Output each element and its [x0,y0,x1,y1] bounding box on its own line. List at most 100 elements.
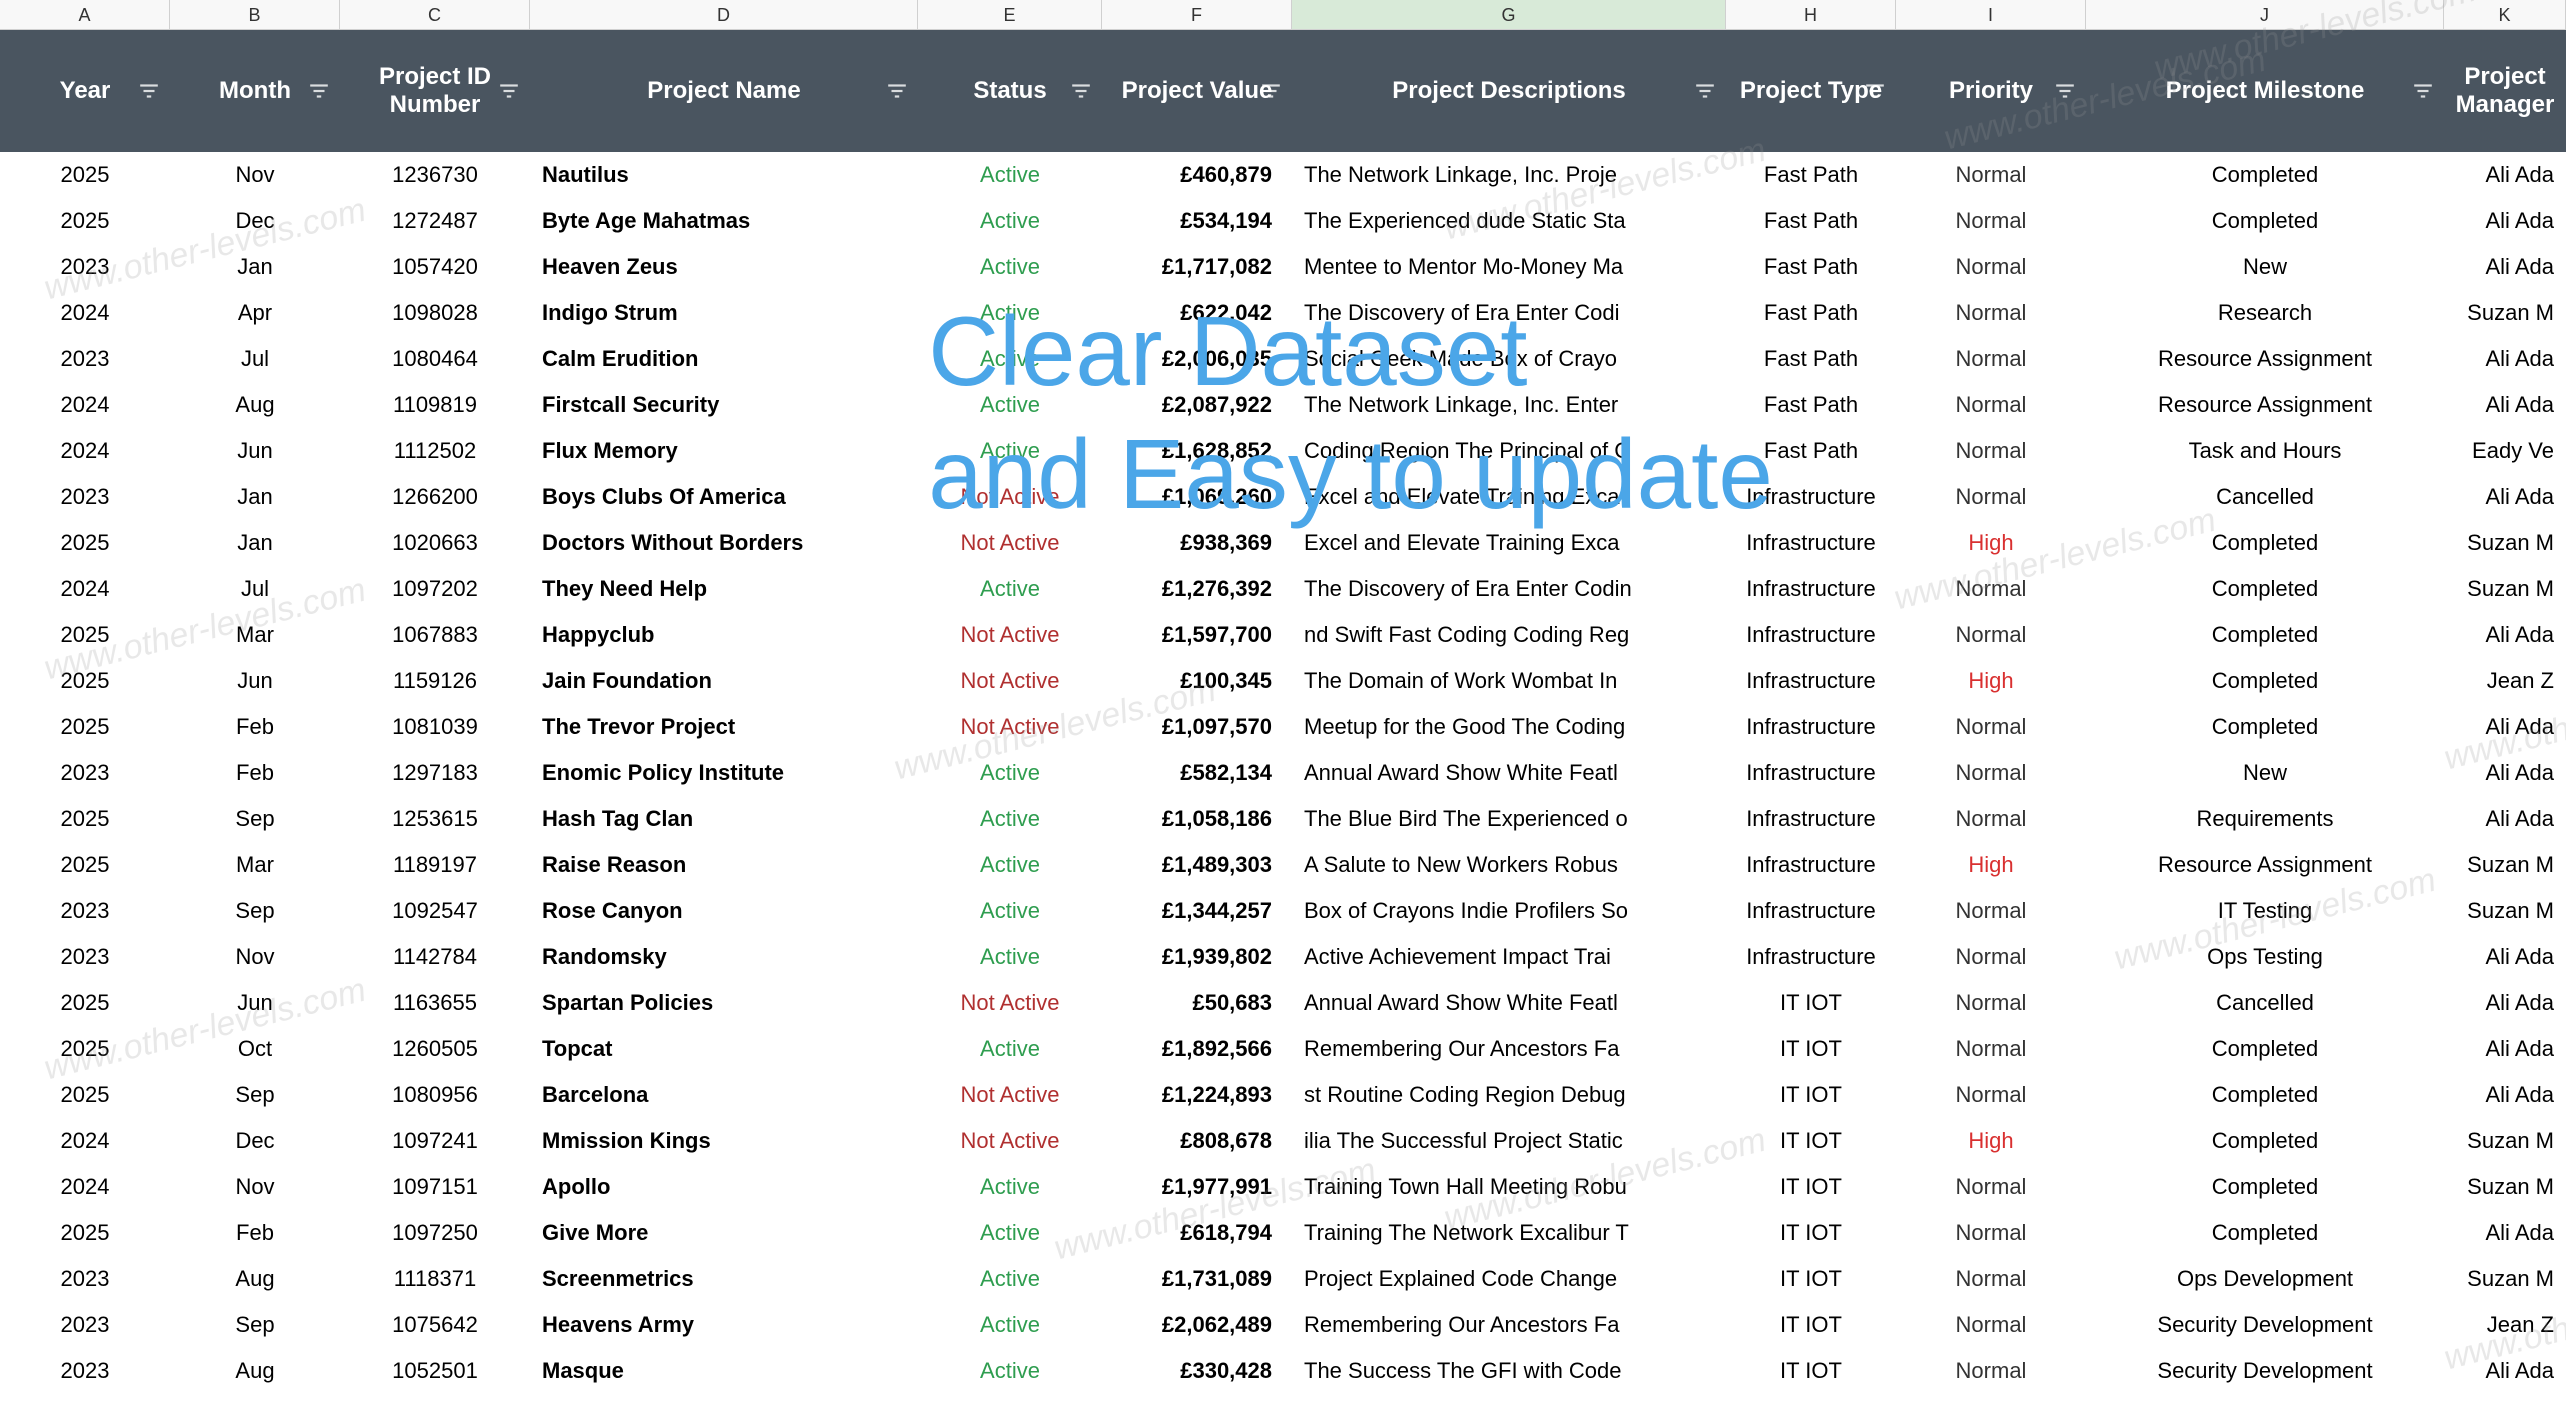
cell-status[interactable]: Active [918,944,1102,970]
cell-month[interactable]: Feb [170,1220,340,1246]
cell-month[interactable]: Oct [170,1036,340,1062]
cell-month[interactable]: Mar [170,622,340,648]
col-letter-K[interactable]: K [2444,0,2566,30]
cell-pid[interactable]: 1057420 [340,254,530,280]
cell-prio[interactable]: Normal [1896,1220,2086,1246]
table-row[interactable]: 2025Feb1097250Give MoreActive£618,794Tra… [0,1210,2566,1256]
filter-icon[interactable] [1070,80,1092,102]
cell-month[interactable]: Nov [170,162,340,188]
cell-desc[interactable]: The Success The GFI with Code [1292,1358,1726,1384]
cell-prio[interactable]: Normal [1896,1082,2086,1108]
table-row[interactable]: 2025Jun1163655Spartan PoliciesNot Active… [0,980,2566,1026]
cell-name[interactable]: Randomsky [530,944,918,970]
cell-pid[interactable]: 1189197 [340,852,530,878]
cell-mile[interactable]: Requirements [2086,806,2444,832]
cell-name[interactable]: Masque [530,1358,918,1384]
cell-mgr[interactable]: Suzan M [2444,576,2566,602]
cell-name[interactable]: Happyclub [530,622,918,648]
table-row[interactable]: 2023Feb1297183Enomic Policy InstituteAct… [0,750,2566,796]
cell-value[interactable]: £1,276,392 [1102,576,1292,602]
cell-value[interactable]: £1,977,991 [1102,1174,1292,1200]
cell-year[interactable]: 2023 [0,346,170,372]
cell-status[interactable]: Active [918,1266,1102,1292]
cell-month[interactable]: Jun [170,668,340,694]
table-row[interactable]: 2025Mar1189197Raise ReasonActive£1,489,3… [0,842,2566,888]
cell-name[interactable]: Rose Canyon [530,898,918,924]
cell-mile[interactable]: Completed [2086,622,2444,648]
cell-status[interactable]: Not Active [918,668,1102,694]
cell-name[interactable]: Screenmetrics [530,1266,918,1292]
cell-mgr[interactable]: Jean Z [2444,1312,2566,1338]
table-row[interactable]: 2024Jul1097202They Need HelpActive£1,276… [0,566,2566,612]
cell-mgr[interactable]: Eady Ve [2444,438,2566,464]
table-row[interactable]: 2023Sep1075642Heavens ArmyActive£2,062,4… [0,1302,2566,1348]
cell-desc[interactable]: Annual Award Show White Featl [1292,990,1726,1016]
cell-desc[interactable]: The Discovery of Era Enter Codin [1292,576,1726,602]
cell-type[interactable]: Fast Path [1726,392,1896,418]
cell-pid[interactable]: 1163655 [340,990,530,1016]
cell-status[interactable]: Not Active [918,1082,1102,1108]
cell-year[interactable]: 2023 [0,898,170,924]
cell-status[interactable]: Not Active [918,1128,1102,1154]
header-status[interactable]: Status [918,30,1102,152]
filter-icon[interactable] [498,80,520,102]
cell-desc[interactable]: The Network Linkage, Inc. Proje [1292,162,1726,188]
cell-year[interactable]: 2024 [0,438,170,464]
cell-status[interactable]: Active [918,254,1102,280]
cell-name[interactable]: Indigo Strum [530,300,918,326]
cell-type[interactable]: Infrastructure [1726,806,1896,832]
cell-mile[interactable]: Security Development [2086,1358,2444,1384]
cell-month[interactable]: Jul [170,346,340,372]
cell-year[interactable]: 2025 [0,1082,170,1108]
cell-year[interactable]: 2024 [0,576,170,602]
cell-prio[interactable]: Normal [1896,162,2086,188]
cell-pid[interactable]: 1080464 [340,346,530,372]
cell-prio[interactable]: Normal [1896,1036,2086,1062]
cell-prio[interactable]: Normal [1896,1266,2086,1292]
cell-type[interactable]: Fast Path [1726,162,1896,188]
cell-name[interactable]: Calm Erudition [530,346,918,372]
cell-mgr[interactable]: Suzan M [2444,530,2566,556]
header-month[interactable]: Month [170,30,340,152]
cell-desc[interactable]: Coding Region The Principal of C [1292,438,1726,464]
table-row[interactable]: 2025Dec1272487Byte Age MahatmasActive£53… [0,198,2566,244]
cell-pid[interactable]: 1075642 [340,1312,530,1338]
cell-desc[interactable]: Excel and Elevate Training Exca [1292,484,1726,510]
cell-pid[interactable]: 1236730 [340,162,530,188]
cell-prio[interactable]: Normal [1896,484,2086,510]
cell-desc[interactable]: Meetup for the Good The Coding [1292,714,1726,740]
cell-mile[interactable]: Security Development [2086,1312,2444,1338]
table-row[interactable]: 2025Mar1067883HappyclubNot Active£1,597,… [0,612,2566,658]
cell-year[interactable]: 2025 [0,530,170,556]
cell-status[interactable]: Not Active [918,714,1102,740]
table-row[interactable]: 2023Aug1118371ScreenmetricsActive£1,731,… [0,1256,2566,1302]
cell-month[interactable]: Nov [170,944,340,970]
cell-type[interactable]: IT IOT [1726,1174,1896,1200]
cell-type[interactable]: IT IOT [1726,990,1896,1016]
cell-mgr[interactable]: Suzan M [2444,300,2566,326]
table-row[interactable]: 2025Feb1081039The Trevor ProjectNot Acti… [0,704,2566,750]
cell-status[interactable]: Active [918,208,1102,234]
cell-mile[interactable]: New [2086,760,2444,786]
cell-mile[interactable]: Task and Hours [2086,438,2444,464]
cell-desc[interactable]: ilia The Successful Project Static [1292,1128,1726,1154]
cell-type[interactable]: Infrastructure [1726,852,1896,878]
cell-mgr[interactable]: Ali Ada [2444,806,2566,832]
cell-year[interactable]: 2025 [0,990,170,1016]
table-row[interactable]: 2024Aug1109819Firstcall SecurityActive£2… [0,382,2566,428]
cell-value[interactable]: £1,731,089 [1102,1266,1292,1292]
cell-status[interactable]: Not Active [918,990,1102,1016]
cell-desc[interactable]: A Salute to New Workers Robus [1292,852,1726,878]
cell-year[interactable]: 2023 [0,944,170,970]
cell-status[interactable]: Active [918,392,1102,418]
cell-status[interactable]: Not Active [918,530,1102,556]
cell-month[interactable]: Sep [170,1312,340,1338]
cell-desc[interactable]: nd Swift Fast Coding Coding Reg [1292,622,1726,648]
cell-year[interactable]: 2024 [0,1174,170,1200]
cell-mgr[interactable]: Ali Ada [2444,622,2566,648]
header-project-manager[interactable]: Project Manager [2444,30,2566,152]
cell-month[interactable]: Nov [170,1174,340,1200]
cell-desc[interactable]: Box of Crayons Indie Profilers So [1292,898,1726,924]
cell-month[interactable]: Apr [170,300,340,326]
cell-prio[interactable]: Normal [1896,438,2086,464]
